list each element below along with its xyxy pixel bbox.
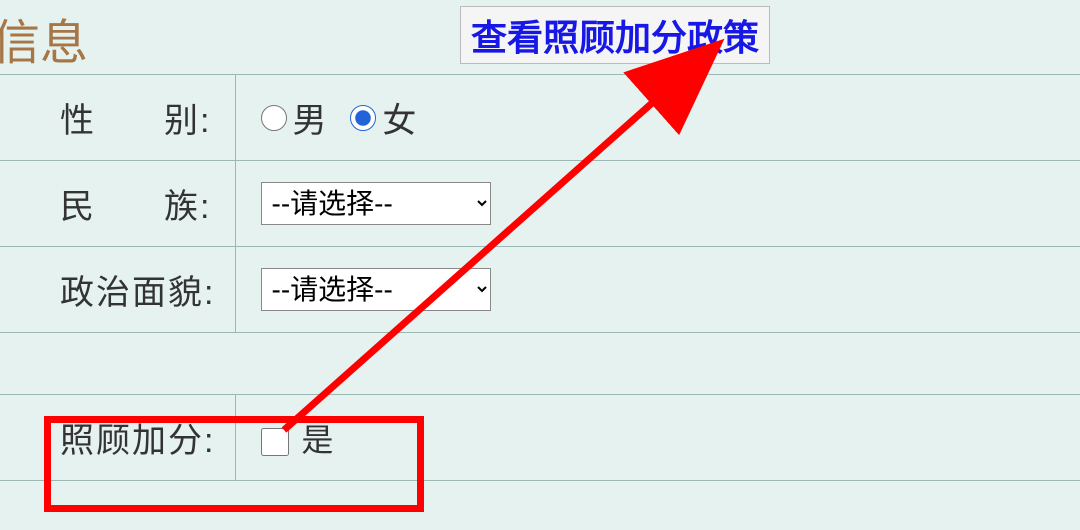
bonus-checkbox[interactable]: [261, 428, 289, 456]
radio-male-wrap[interactable]: 男: [261, 93, 327, 142]
policy-link-container: 查看照顾加分政策: [460, 6, 770, 64]
policy-link[interactable]: 查看照顾加分政策: [471, 17, 759, 58]
form-table: 性别: 男 女 民族: --请选择-- 政治面貌: --请选择--: [0, 74, 1080, 481]
label-ethnicity: 民族:: [0, 161, 235, 247]
radio-male[interactable]: [261, 105, 287, 131]
row-gender: 性别: 男 女: [0, 75, 1080, 161]
radio-male-label: 男: [293, 93, 327, 142]
row-politics: 政治面貌: --请选择--: [0, 247, 1080, 333]
label-politics: 政治面貌:: [0, 247, 235, 333]
label-gender: 性别:: [0, 75, 235, 161]
row-ethnicity: 民族: --请选择--: [0, 161, 1080, 247]
bonus-checkbox-wrap[interactable]: 是: [261, 422, 334, 458]
value-bonus: 是: [235, 395, 1080, 481]
value-politics: --请选择--: [235, 247, 1080, 333]
radio-female-label: 女: [382, 93, 416, 142]
radio-female-wrap[interactable]: 女: [350, 93, 416, 142]
select-politics[interactable]: --请选择--: [261, 268, 491, 311]
value-gender: 男 女: [235, 75, 1080, 161]
value-ethnicity: --请选择--: [235, 161, 1080, 247]
row-spacer: [0, 333, 1080, 395]
row-bonus: 照顾加分: 是: [0, 395, 1080, 481]
bonus-option-label: 是: [301, 422, 333, 458]
select-ethnicity[interactable]: --请选择--: [261, 182, 491, 225]
section-title: 信息: [0, 0, 88, 83]
label-bonus: 照顾加分:: [0, 395, 235, 481]
radio-female[interactable]: [350, 105, 376, 131]
